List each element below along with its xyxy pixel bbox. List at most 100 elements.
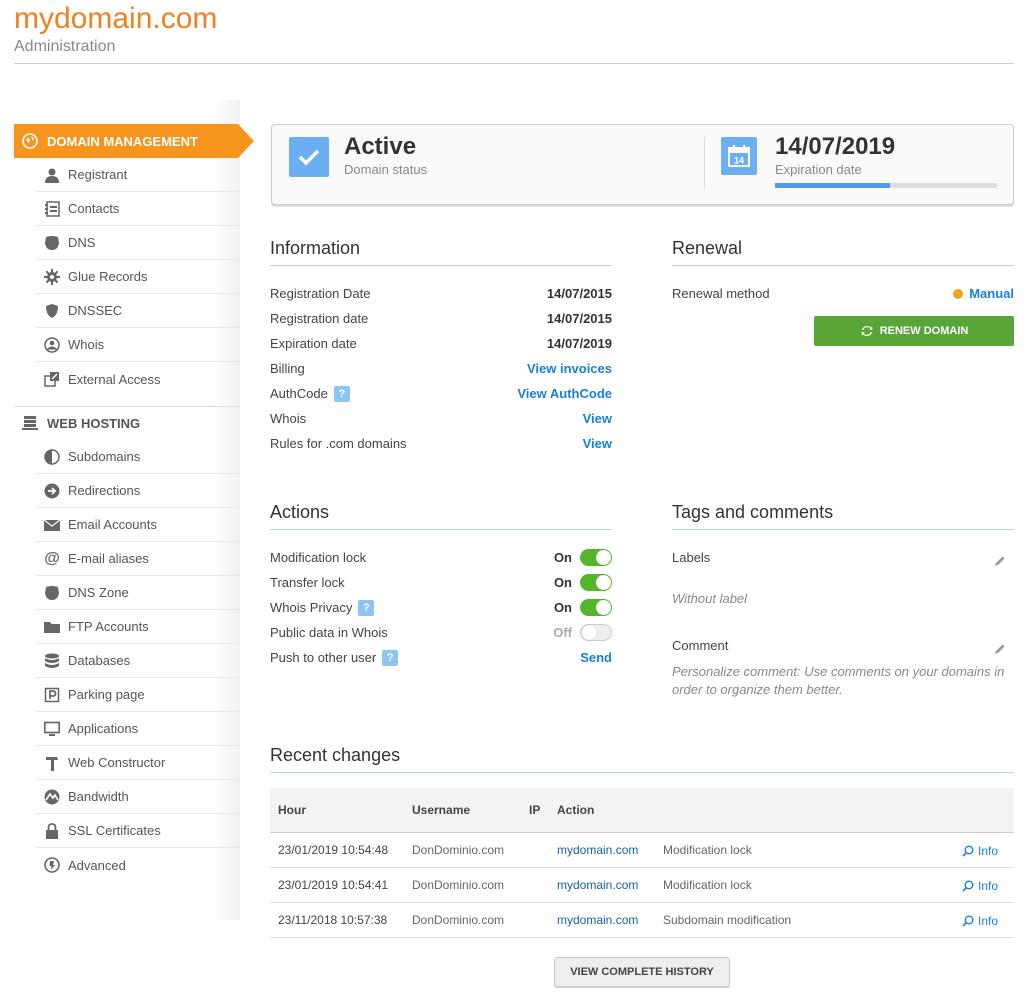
transfer-lock-toggle[interactable] <box>580 574 612 591</box>
sidebar-item-ssl-certificates[interactable]: SSL Certificates <box>36 814 240 848</box>
sidebar-item-email-accounts[interactable]: Email Accounts <box>36 508 240 542</box>
site-title: mydomain.com <box>14 2 218 35</box>
sidebar-item-email-aliases[interactable]: @ E-mail aliases <box>36 542 240 576</box>
domain-status-card: Active Domain status 14 14/07/2019 Expir… <box>271 124 1014 205</box>
info-row-billing: Billing View invoices <box>270 356 612 381</box>
sidebar-item-subdomains[interactable]: Subdomains <box>36 440 240 474</box>
cell-action: Modification lock <box>663 843 752 857</box>
info-label: Whois <box>270 411 307 426</box>
view-authcode-link[interactable]: View AuthCode <box>517 386 612 401</box>
info-label: Info <box>978 879 999 893</box>
sidebar-item-redirections[interactable]: Redirections <box>36 474 240 508</box>
information-heading: Information <box>270 238 612 266</box>
sidebar-item-bandwidth[interactable]: Bandwidth <box>36 780 240 814</box>
toggle-state: On <box>553 550 572 565</box>
info-value: 14/07/2015 <box>546 311 612 326</box>
sidebar-item-glue-records[interactable]: Glue Records <box>36 260 240 294</box>
status-divider <box>704 137 705 189</box>
help-icon[interactable]: ? <box>382 649 399 666</box>
sidebar-item-external-access[interactable]: External Access <box>36 362 240 396</box>
redirect-icon <box>36 483 68 499</box>
site-subtitle: Administration <box>14 38 116 55</box>
sidebar-item-web-constructor[interactable]: Web Constructor <box>36 746 240 780</box>
sidebar-item-label: Glue Records <box>68 269 148 284</box>
cell-action: Subdomain modification <box>663 913 792 927</box>
cell-hour: 23/01/2019 10:54:48 <box>278 843 389 857</box>
renewal-method-link[interactable]: Manual <box>969 286 1014 301</box>
action-row-public-data: Public data in Whois Off <box>270 620 612 645</box>
sidebar-item-dns-zone[interactable]: DNS Zone <box>36 576 240 610</box>
sidebar-item-whois[interactable]: Whois <box>36 328 240 362</box>
action-label: Transfer lock <box>270 575 345 590</box>
calendar-day: 14 <box>734 156 744 166</box>
lock-icon <box>36 822 68 839</box>
sidebar-item-label: Email Accounts <box>68 517 157 532</box>
public-data-toggle[interactable] <box>580 624 612 641</box>
info-link[interactable]: Info <box>962 844 998 858</box>
cell-username: DonDominio.com <box>412 843 505 857</box>
sidebar-item-applications[interactable]: Applications <box>36 712 240 746</box>
whois-privacy-toggle[interactable] <box>580 599 612 616</box>
sidebar-section-web-hosting[interactable]: WEB HOSTING <box>14 406 240 440</box>
sidebar-item-dns[interactable]: DNS <box>36 226 240 260</box>
gear-icon <box>36 268 68 285</box>
edit-comment-icon[interactable] <box>994 643 1006 655</box>
renew-domain-button[interactable]: RENEW DOMAIN <box>814 316 1014 346</box>
modification-lock-toggle[interactable] <box>580 549 612 566</box>
send-link[interactable]: Send <box>580 650 612 665</box>
sidebar-item-ftp-accounts[interactable]: FTP Accounts <box>36 610 240 644</box>
view-rules-link[interactable]: View <box>583 436 612 451</box>
sidebar-item-advanced[interactable]: Advanced <box>36 848 240 882</box>
view-invoices-link[interactable]: View invoices <box>527 361 612 376</box>
expiration-date-label: Expiration date <box>775 162 862 177</box>
globe-icon <box>14 133 46 149</box>
sidebar-item-label: DNS <box>68 235 96 250</box>
shield-icon <box>36 303 68 319</box>
sidebar-item-label: Bandwidth <box>68 789 129 804</box>
sidebar-item-contacts[interactable]: Contacts <box>36 192 240 226</box>
sidebar-item-label: Redirections <box>68 483 141 498</box>
sidebar-item-dnssec[interactable]: DNSSEC <box>36 294 240 328</box>
sidebar-item-label: External Access <box>68 371 161 387</box>
sidebar-item-databases[interactable]: Databases <box>36 644 240 678</box>
sidebar-item-label: Contacts <box>68 201 120 216</box>
sidebar-item-parking-page[interactable]: Parking page <box>36 678 240 712</box>
page-header: mydomain.com Administration <box>14 0 1014 64</box>
sidebar-item-label: E-mail aliases <box>68 551 149 566</box>
info-label: Info <box>978 914 999 928</box>
search-icon <box>962 845 974 857</box>
sidebar-item-label: Web Constructor <box>68 755 166 770</box>
folder-icon <box>36 619 68 635</box>
domain-status-label: Domain status <box>344 162 428 177</box>
edit-labels-icon[interactable] <box>994 555 1006 567</box>
cell-hour: 23/11/2018 10:57:38 <box>278 913 388 927</box>
cell-username: DonDominio.com <box>412 913 505 927</box>
sidebar-item-label: Registrant <box>68 167 128 182</box>
view-complete-history-button[interactable]: VIEW COMPLETE HISTORY <box>554 957 730 987</box>
action-row-push: Push to other user? Send <box>270 645 612 670</box>
cell-domain-link[interactable]: mydomain.com <box>557 843 638 857</box>
toggle-state: On <box>553 600 572 615</box>
view-whois-link[interactable]: View <box>583 411 612 426</box>
sidebar-section-domain-management[interactable]: DOMAIN MANAGEMENT <box>14 124 254 158</box>
cell-domain-link[interactable]: mydomain.com <box>557 913 638 927</box>
info-value: 14/07/2019 <box>546 336 612 351</box>
sidebar-item-label: Subdomains <box>68 449 141 464</box>
help-icon[interactable]: ? <box>358 599 375 616</box>
bandwidth-icon <box>36 789 68 805</box>
info-link[interactable]: Info <box>962 879 998 893</box>
cell-username: DonDominio.com <box>412 878 505 892</box>
toggle-state: Off <box>553 625 572 640</box>
sidebar-item-label: Applications <box>68 721 139 736</box>
external-icon <box>36 371 68 387</box>
info-link[interactable]: Info <box>962 914 998 928</box>
refresh-icon <box>861 326 873 336</box>
renewal-method-label: Renewal method <box>672 286 770 301</box>
sidebar-item-registrant[interactable]: Registrant <box>36 158 240 192</box>
help-icon[interactable]: ? <box>333 385 350 402</box>
sidebar-item-label: Databases <box>68 653 131 668</box>
cell-domain-link[interactable]: mydomain.com <box>557 878 638 892</box>
action-row-modification-lock: Modification lock On <box>270 545 612 570</box>
cell-hour: 23/01/2019 10:54:41 <box>278 878 389 892</box>
info-label: Expiration date <box>270 336 357 351</box>
